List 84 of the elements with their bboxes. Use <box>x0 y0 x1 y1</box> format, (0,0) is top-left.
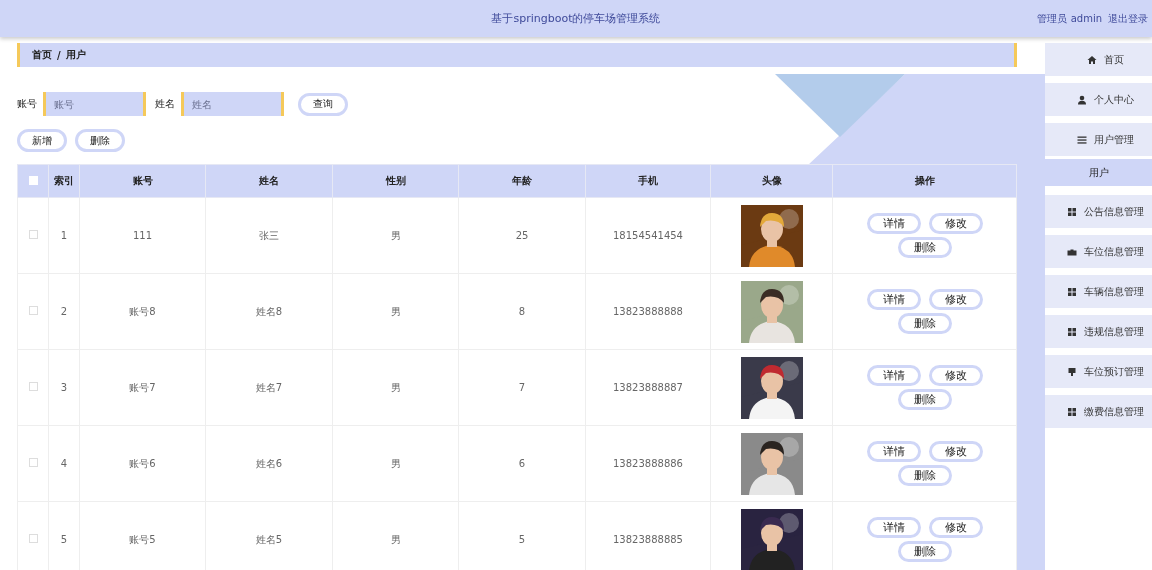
table-cell: 6 <box>458 425 586 502</box>
details-button[interactable]: 详情 <box>866 517 921 538</box>
table-cell: 账号6 <box>79 425 206 502</box>
grid-icon <box>1067 206 1077 217</box>
table-cell: 25 <box>458 197 586 274</box>
sidebar-item[interactable]: 车位预订管理 <box>1045 355 1152 388</box>
breadcrumb-item: 用户 <box>65 48 86 62</box>
column-header: 账号 <box>79 164 206 198</box>
delete-button[interactable]: 删除 <box>75 129 125 152</box>
table-cell: 姓名8 <box>205 273 333 350</box>
column-header: 性别 <box>332 164 459 198</box>
table-cell: 13823888887 <box>585 349 711 426</box>
sidebar-item[interactable]: 公告信息管理 <box>1045 195 1152 228</box>
table-cell: 7 <box>458 349 586 426</box>
grid-icon <box>1067 406 1077 417</box>
delete-button[interactable]: 删除 <box>897 389 952 410</box>
search-field[interactable]: 账号 <box>43 92 146 116</box>
column-header: 年龄 <box>458 164 586 198</box>
sidebar-item[interactable]: 缴费信息管理 <box>1045 395 1152 428</box>
row-checkbox[interactable] <box>28 230 38 239</box>
table-cell: 男 <box>332 273 459 350</box>
details-button[interactable]: 详情 <box>866 441 921 462</box>
column-header: 索引 <box>48 164 80 198</box>
row-checkbox[interactable] <box>28 534 38 543</box>
details-button[interactable]: 详情 <box>866 289 921 310</box>
user-icon <box>1077 94 1087 105</box>
edit-button[interactable]: 修改 <box>928 289 983 310</box>
edit-button[interactable]: 修改 <box>928 365 983 386</box>
field-label: 姓名 <box>155 97 175 111</box>
breadcrumb-separator: / <box>57 49 61 61</box>
delete-button[interactable]: 删除 <box>897 313 952 334</box>
row-checkbox[interactable] <box>28 306 38 315</box>
table-cell: 账号8 <box>79 273 206 350</box>
app-title: 基于springboot的停车场管理系统 <box>491 11 661 26</box>
table-cell: 2 <box>48 273 80 350</box>
sidebar-item[interactable]: 首页 <box>1045 43 1152 76</box>
table-cell: 男 <box>332 425 459 502</box>
breadcrumb-item[interactable]: 首页 <box>32 48 52 62</box>
field-label: 账号 <box>17 97 37 111</box>
edit-button[interactable]: 修改 <box>928 517 983 538</box>
table-cell: 4 <box>48 425 80 502</box>
table-cell: 男 <box>332 349 459 426</box>
edit-button[interactable]: 修改 <box>928 213 983 234</box>
sidebar-item[interactable]: 个人中心 <box>1045 83 1152 116</box>
row-checkbox[interactable] <box>28 458 38 467</box>
grid-icon <box>1067 286 1077 297</box>
user-label: 管理员 admin <box>1037 11 1102 26</box>
table-cell: 8 <box>458 273 586 350</box>
search-button[interactable]: 查询 <box>298 92 348 116</box>
table-cell: 姓名7 <box>205 349 333 426</box>
logout-link[interactable]: 退出登录 <box>1108 11 1148 26</box>
stamp-icon <box>1067 366 1077 377</box>
table-cell: 男 <box>332 197 459 274</box>
delete-button[interactable]: 删除 <box>897 237 952 258</box>
row-checkbox[interactable] <box>28 382 38 391</box>
sidebar-item[interactable]: 违规信息管理 <box>1045 315 1152 348</box>
sidebar-subitem[interactable]: 用户 <box>1045 159 1152 186</box>
column-header: 手机 <box>585 164 711 198</box>
edit-button[interactable]: 修改 <box>928 441 983 462</box>
table-cell: 111 <box>79 197 206 274</box>
column-header: 姓名 <box>205 164 333 198</box>
delete-button[interactable]: 删除 <box>897 465 952 486</box>
column-header: 操作 <box>832 164 1017 198</box>
table-cell: 张三 <box>205 197 333 274</box>
table-cell: 3 <box>48 349 80 426</box>
sidebar-item[interactable]: 车辆信息管理 <box>1045 275 1152 308</box>
table-cell: 13823888888 <box>585 273 711 350</box>
search-field[interactable]: 姓名 <box>181 92 284 116</box>
table-cell: 账号7 <box>79 349 206 426</box>
add-button[interactable]: 新增 <box>17 129 67 152</box>
home-icon <box>1087 54 1097 65</box>
sidebar-item[interactable]: 用户管理 <box>1045 123 1152 156</box>
grid-icon <box>1067 326 1077 337</box>
menu-icon <box>1077 134 1087 145</box>
table-cell: 13823888886 <box>585 425 711 502</box>
table-cell: 18154541454 <box>585 197 711 274</box>
details-button[interactable]: 详情 <box>866 213 921 234</box>
details-button[interactable]: 详情 <box>866 365 921 386</box>
table-cell: 姓名6 <box>205 425 333 502</box>
sidebar-item[interactable]: 车位信息管理 <box>1045 235 1152 268</box>
select-all-checkbox[interactable] <box>28 175 38 185</box>
delete-button[interactable]: 删除 <box>897 541 952 562</box>
column-header: 头像 <box>710 164 833 198</box>
table-cell: 1 <box>48 197 80 274</box>
